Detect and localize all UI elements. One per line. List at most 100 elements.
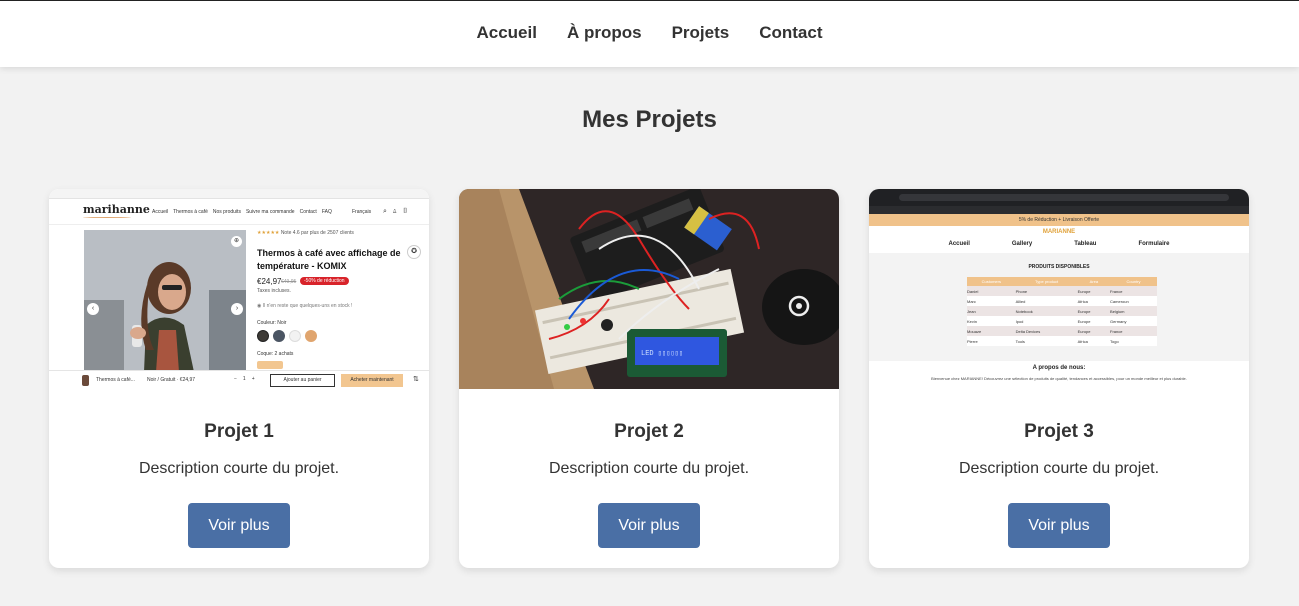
offer-label: Coque: 2 achats [257,351,294,357]
project-description: Description courte du projet. [138,460,340,477]
project-title: Projet 1 [204,421,274,442]
site-menu-item: Suivre ma commande [245,209,295,215]
site-menu: Accueil Thermos à café Nos produits Suiv… [152,209,332,215]
stock-text: Il n'en reste que quelques-uns en stock … [262,303,353,309]
table-cell: Mouaze [967,328,982,334]
zoom-icon[interactable]: ⊕ [231,236,242,247]
browser-address-bar [869,189,1249,206]
table-cell: Europe [1077,318,1091,324]
nav-link-a-propos[interactable]: À propos [567,23,642,43]
rating-stars-icon: ★★★★★ [257,230,280,236]
header-bar: Accueil À propos Projets Contact [0,0,1299,67]
table-cell: Daniel [967,288,979,294]
nav-link-projets[interactable]: Projets [672,23,730,43]
color-swatch-3[interactable] [289,330,301,342]
table-cell: Europe [1077,288,1091,294]
product-price: €24,97 [257,277,282,286]
rating-text: Note 4.6 par plus de 2507 clients [280,230,354,236]
table-cell: Delta Devices [1015,328,1041,334]
table-cell: Marc [967,298,976,304]
bookmarks-bar [869,206,1249,214]
nav-link-accueil[interactable]: Accueil [476,23,536,43]
header-icons: ⌕♙▯ [383,208,413,215]
table-cell: Phone [1015,288,1028,294]
site-menu-item: Accueil [948,241,970,247]
table-cell: Europe [1077,308,1091,314]
qty-minus-icon[interactable]: − [234,376,243,382]
color-swatch-2[interactable] [273,330,285,342]
buy-now-button[interactable]: Acheter maintenant [341,374,403,387]
sticky-variant: Noir / Gratuit · €24,97 [147,377,196,383]
product-title: Thermos à café avec affichage de tempéra… [257,248,401,271]
header-divider [49,224,429,225]
sticky-thumb [82,375,89,386]
site-menu-item: Thermos à café [173,209,208,215]
table-header: Area [1089,279,1099,284]
table-cell: Allied [1015,298,1026,304]
voir-plus-button[interactable]: Voir plus [1008,503,1110,548]
site-menu-item: Contact [299,209,317,215]
color-swatch-4[interactable] [305,330,317,342]
lcd-text: LED ▯▯▯▯▯▯ [641,350,683,358]
table-row: Jean Notebook Europe Belgium [967,306,1157,316]
table-cell: Togo [1110,338,1119,344]
table-title: PRODUITS DISPONIBLES [1028,264,1090,270]
quantity-stepper[interactable]: −1+ [234,376,261,382]
table-cell: Tools [1015,338,1025,344]
offer-option[interactable] [257,361,283,369]
site-menu-item: FAQ [321,209,332,215]
add-to-cart-button[interactable]: Ajouter au panier [270,374,335,387]
table-cell: Pierre [967,338,978,344]
site-logo: marihanne [83,203,150,216]
table-cell: Belgium [1110,308,1125,314]
language-selector: Français [352,209,372,215]
about-title: A propos de nous: [1032,365,1086,371]
product-rating: ★★★★★ Note 4.6 par plus de 2507 clients [257,230,354,236]
badge-icon: ✪ [407,245,421,259]
table-row: Kevin Ipod Europe Germany [967,316,1157,326]
voir-plus-button[interactable]: Voir plus [598,503,700,548]
carousel-prev-icon[interactable]: ‹ [87,303,99,315]
project-description: Description courte du projet. [548,460,750,477]
table-cell: France [1110,328,1123,334]
site-menu-item: Tableau [1074,241,1097,247]
project-title: Projet 2 [614,421,684,442]
qty-plus-icon[interactable]: + [252,376,261,382]
table-row: Mouaze Delta Devices Europe France [967,326,1157,336]
main-nav: Accueil À propos Projets Contact [0,23,1299,43]
color-label: Couleur: Noir [257,320,287,326]
nav-link-contact[interactable]: Contact [759,23,822,43]
table-cell: Jean [967,308,976,314]
project-card-3: 5% de Réduction + Livraison Offerte MARI… [869,189,1249,568]
project-3-screenshot[interactable]: 5% de Réduction + Livraison Offerte MARI… [869,189,1249,389]
project-card-1: marihanne Accueil Thermos à café Nos pro… [49,189,429,568]
color-swatch-1[interactable] [257,330,269,342]
site-menu-item: Accueil [152,209,169,215]
table-header: Country [1126,279,1141,284]
table-cell: France [1110,288,1123,294]
browser-tabstrip [49,189,429,199]
carousel-next-icon[interactable]: › [231,303,243,315]
logo-smile-icon [83,216,131,218]
site-logo: MARIANNE [1042,229,1076,235]
stock-note: ◉ Il n'en reste que quelques-uns en stoc… [257,303,352,309]
url-field [899,194,1229,201]
products-section: PRODUITS DISPONIBLES Customers Type prod… [869,253,1249,361]
project-title: Projet 3 [1024,421,1094,442]
table-cell: Cameroun [1110,298,1129,304]
products-table: Customers Type product Area Country Dani… [967,277,1157,346]
table-cell: Kevin [967,318,978,324]
project-description: Description courte du projet. [958,460,1160,477]
site-menu-item: Formulaire [1138,241,1170,247]
voir-plus-button[interactable]: Voir plus [188,503,290,548]
promo-banner: 5% de Réduction + Livraison Offerte [869,214,1249,226]
table-cell: Ipod [1015,318,1024,324]
project-1-screenshot[interactable]: marihanne Accueil Thermos à café Nos pro… [49,189,429,389]
old-price: €49,95 [281,279,297,285]
table-row: Marc Allied Africa Cameroun [967,296,1157,306]
table-cell: Notebook [1015,308,1033,314]
project-card-2: LED ▯▯▯▯▯▯ Projet 2 Description courte d… [459,189,839,568]
table-cell: Europe [1077,328,1091,334]
project-2-photo[interactable]: LED ▯▯▯▯▯▯ [459,189,839,389]
table-cell: Africa [1077,298,1088,304]
